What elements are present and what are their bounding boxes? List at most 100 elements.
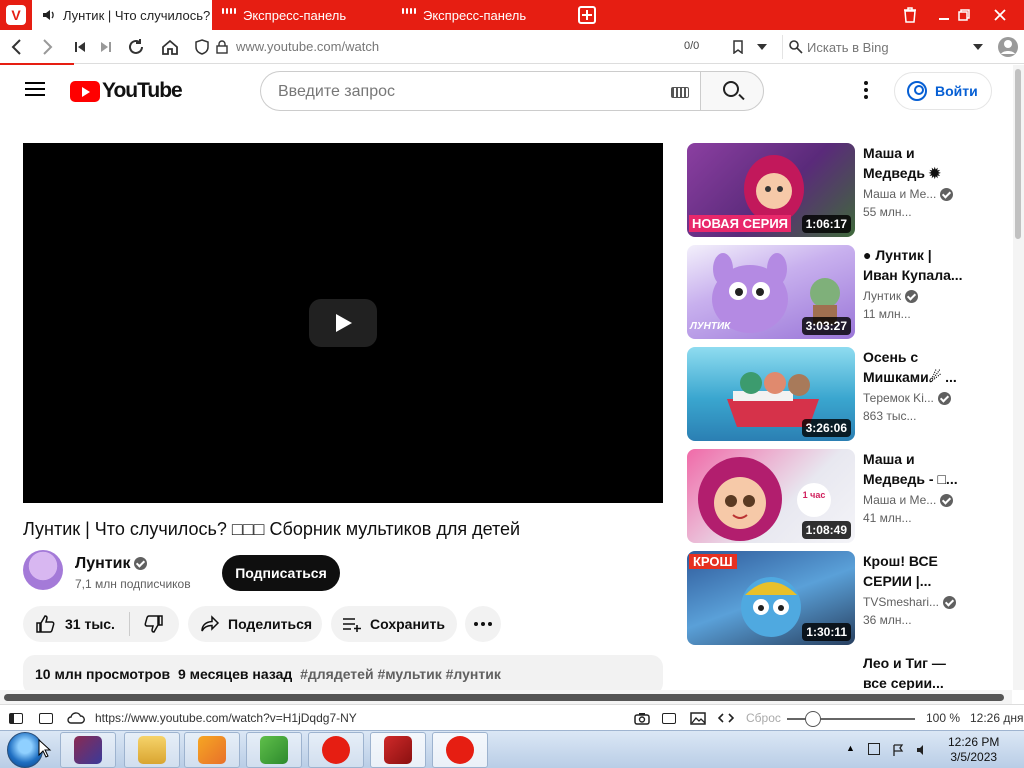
- window-icon[interactable]: [662, 713, 676, 724]
- tab-tiling-icon[interactable]: [39, 713, 53, 724]
- like-icon[interactable]: [35, 614, 55, 634]
- video-description[interactable]: 10 млн просмотров 9 месяцев назад #дляде…: [23, 655, 663, 690]
- lock-icon[interactable]: [212, 37, 232, 57]
- recommended-video[interactable]: КРОШ 1:30:11 Крош! ВСЕ СЕРИИ |... TVSmes…: [687, 551, 987, 647]
- shield-icon[interactable]: [192, 37, 212, 57]
- vivaldi-menu-icon[interactable]: [6, 5, 26, 25]
- zoom-reset-button[interactable]: Сброс: [746, 711, 781, 725]
- recommended-channel[interactable]: Лунтик: [863, 289, 919, 304]
- recommended-channel[interactable]: TVSmeshari...: [863, 595, 957, 610]
- youtube-logo[interactable]: YouTube: [70, 79, 183, 103]
- taskbar-app-explorer[interactable]: [124, 732, 180, 768]
- zoom-slider-handle[interactable]: [805, 711, 821, 727]
- channel-name-row[interactable]: Лунтик: [75, 555, 148, 573]
- home-icon[interactable]: [160, 37, 180, 57]
- vertical-scrollbar[interactable]: [1013, 65, 1024, 690]
- url-field[interactable]: www.youtube.com/watch: [236, 39, 379, 54]
- recommended-title[interactable]: ● Лунтик | Иван Купала...: [863, 245, 963, 285]
- recommended-channel-name[interactable]: TVSmeshari...: [863, 595, 939, 609]
- recommended-video[interactable]: Лео и Тиг — все серии...: [687, 653, 987, 690]
- save-button[interactable]: Сохранить: [331, 606, 457, 642]
- subscribe-button[interactable]: Подписаться: [222, 555, 340, 591]
- rewind-icon[interactable]: [70, 37, 90, 57]
- youtube-search-input[interactable]: Введите запрос: [260, 71, 700, 111]
- recommended-channel[interactable]: Маша и Ме...: [863, 187, 954, 202]
- browser-titlebar: Лунтик | Что случилось? Экспресс-панель …: [0, 0, 1024, 30]
- video-player[interactable]: [23, 143, 663, 503]
- taskbar-app-vivaldi[interactable]: [308, 732, 364, 768]
- cloud-sync-icon[interactable]: [67, 712, 85, 724]
- horizontal-scrollbar[interactable]: [0, 690, 1012, 704]
- video-thumbnail[interactable]: КРОШ 1:30:11: [687, 551, 855, 645]
- chevron-down-icon[interactable]: [973, 44, 983, 50]
- play-button[interactable]: [309, 299, 377, 347]
- recommended-channel-name[interactable]: Маша и Ме...: [863, 493, 936, 507]
- youtube-search-button[interactable]: [700, 71, 764, 111]
- recommended-title[interactable]: Осень с Мишками☄ ...: [863, 347, 963, 387]
- forward-icon[interactable]: [38, 37, 58, 57]
- speaker-icon[interactable]: [42, 8, 56, 22]
- recommended-title[interactable]: Маша и Медведь - □...: [863, 449, 963, 489]
- video-thumbnail[interactable]: 3:26:06: [687, 347, 855, 441]
- image-icon[interactable]: [690, 712, 706, 725]
- restore-button[interactable]: [948, 0, 980, 30]
- network-icon[interactable]: [868, 743, 880, 755]
- search-engine-field[interactable]: Искать в Bing: [782, 35, 990, 59]
- camera-icon[interactable]: [634, 712, 650, 725]
- tab-luntik[interactable]: Лунтик | Что случилось?: [32, 0, 212, 30]
- recommended-video[interactable]: ЛУНТИК 3:03:27 ● Лунтик | Иван Купала...…: [687, 245, 987, 341]
- scrollbar-thumb[interactable]: [4, 694, 1004, 701]
- taskbar-app-vivaldi-active[interactable]: [432, 732, 488, 768]
- sign-in-label: Войти: [935, 83, 978, 99]
- like-dislike-group: 31 тыс.: [23, 606, 179, 642]
- recommended-channel[interactable]: Теремок Ki...: [863, 391, 951, 406]
- profile-avatar-icon[interactable]: [996, 35, 1020, 59]
- channel-avatar[interactable]: [23, 550, 63, 590]
- recommended-channel[interactable]: Маша и Ме...: [863, 493, 954, 508]
- code-icon[interactable]: [718, 713, 734, 723]
- share-button[interactable]: Поделиться: [188, 606, 322, 642]
- tab-express-panel-2[interactable]: Экспресс-панель: [392, 0, 572, 30]
- video-thumbnail[interactable]: ЛУНТИК 3:03:27: [687, 245, 855, 339]
- taskbar-app-winrar[interactable]: [60, 732, 116, 768]
- back-icon[interactable]: [6, 37, 26, 57]
- recommended-title[interactable]: Крош! ВСЕ СЕРИИ |...: [863, 551, 963, 591]
- fast-forward-icon[interactable]: [96, 37, 116, 57]
- taskbar-app-media-player[interactable]: [184, 732, 240, 768]
- chevron-down-icon[interactable]: [752, 37, 772, 57]
- volume-icon[interactable]: [916, 743, 928, 755]
- bookmark-icon[interactable]: [728, 37, 748, 57]
- system-clock[interactable]: 12:26 PM 3/5/2023: [948, 735, 999, 765]
- scrollbar-thumb[interactable]: [1015, 69, 1021, 239]
- recommended-channel-name[interactable]: Маша и Ме...: [863, 187, 936, 201]
- keyboard-icon[interactable]: [671, 87, 689, 98]
- sign-in-button[interactable]: Войти: [894, 72, 992, 110]
- tray-expand-icon[interactable]: ▲: [846, 743, 858, 755]
- reload-icon[interactable]: [126, 37, 146, 57]
- trash-icon[interactable]: [894, 0, 926, 30]
- recommended-title[interactable]: Лео и Тиг — все серии...: [863, 653, 963, 690]
- recommended-video[interactable]: 3:26:06 Осень с Мишками☄ ... Теремок Ki.…: [687, 347, 987, 443]
- more-options-icon[interactable]: [863, 81, 869, 101]
- menu-icon[interactable]: [25, 82, 45, 96]
- taskbar-app-red-tool[interactable]: [370, 732, 426, 768]
- close-button[interactable]: [980, 0, 1020, 30]
- recommended-channel-name[interactable]: Лунтик: [863, 289, 901, 303]
- recommended-video[interactable]: 1 час 1:08:49 Маша и Медведь - □... Маша…: [687, 449, 987, 545]
- dislike-icon[interactable]: [144, 614, 164, 634]
- recommended-video[interactable]: НОВАЯ СЕРИЯ 1:06:17 Маша и Медведь ✹ Маш…: [687, 143, 987, 239]
- more-actions-button[interactable]: [465, 606, 501, 642]
- flag-icon[interactable]: [892, 743, 904, 756]
- video-thumbnail[interactable]: НОВАЯ СЕРИЯ 1:06:17: [687, 143, 855, 237]
- tab-express-panel-1[interactable]: Экспресс-панель: [212, 0, 392, 30]
- video-thumbnail[interactable]: 1 час 1:08:49: [687, 449, 855, 543]
- taskbar-app-csharp[interactable]: [246, 732, 302, 768]
- recommended-title[interactable]: Маша и Медведь ✹: [863, 143, 963, 183]
- hashtags[interactable]: #длядетей #мультик #лунтик: [300, 666, 501, 682]
- channel-name[interactable]: Лунтик: [75, 555, 130, 572]
- like-count[interactable]: 31 тыс.: [65, 616, 115, 632]
- recommended-channel-name[interactable]: Теремок Ki...: [863, 391, 934, 405]
- account-icon: [907, 81, 927, 101]
- panel-toggle-icon[interactable]: [9, 713, 23, 724]
- new-tab-button[interactable]: [578, 6, 596, 24]
